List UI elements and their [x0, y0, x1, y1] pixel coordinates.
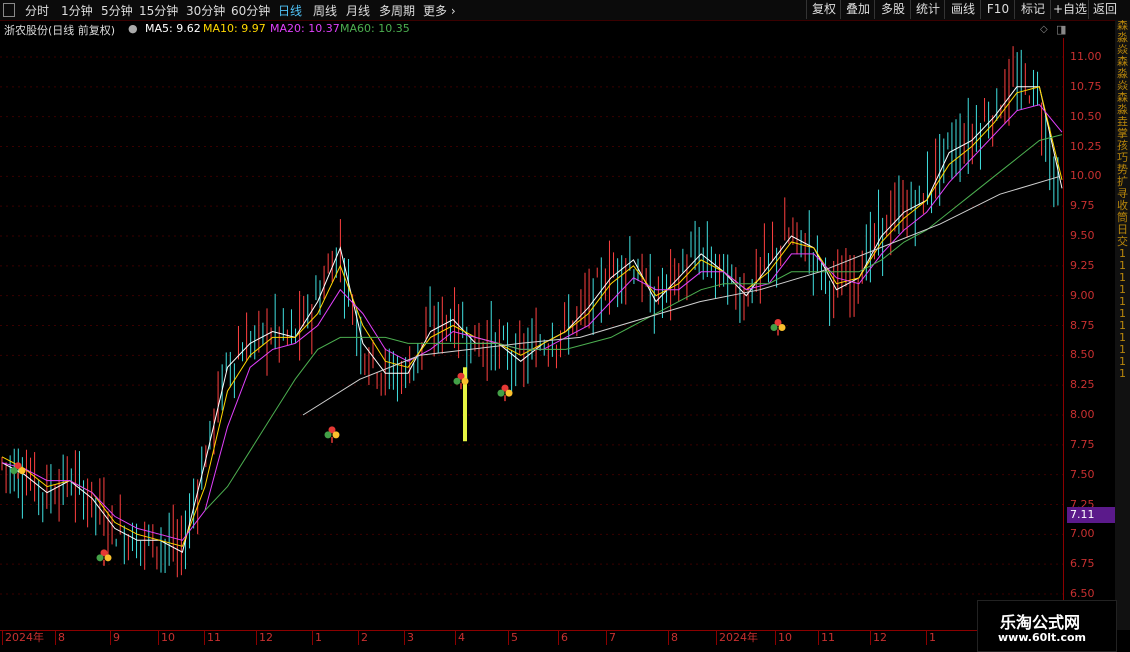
period-9[interactable]: 多周期	[379, 2, 415, 19]
y-tick-label: 8.25	[1070, 378, 1095, 392]
period-toolbar: 分时 1分钟 5分钟 15分钟 30分钟 60分钟 日线 周线 月线 多周期 更多 › 复权 叠加 多股…	[0, 0, 1130, 21]
x-tick-label: 1	[312, 631, 322, 645]
x-tick-label: 2	[358, 631, 368, 645]
x-tick-label: 10	[158, 631, 175, 645]
panel-toggle-icon[interactable]: ◨	[1056, 23, 1066, 36]
y-tick-label: 10.50	[1070, 109, 1102, 123]
watermark-title: 乐淘公式网	[1000, 613, 1081, 632]
x-tick-label: 3	[404, 631, 414, 645]
tool-button-2[interactable]: 多股	[874, 0, 911, 19]
x-tick-label: 2024年	[2, 631, 44, 645]
period-10[interactable]: 更多 ›	[423, 2, 456, 19]
series-line-ma60	[204, 134, 1063, 511]
y-tick-label: 8.75	[1070, 318, 1095, 332]
x-tick-label: 12	[256, 631, 273, 645]
y-tick-label: 10.25	[1070, 139, 1102, 153]
tool-button-0[interactable]: 复权	[806, 0, 841, 19]
x-tick-label: 9	[110, 631, 120, 645]
y-tick-label: 9.50	[1070, 229, 1095, 242]
candlestick-chart[interactable]	[0, 38, 1063, 630]
x-tick-label: 1	[926, 631, 936, 645]
stock-title: 浙农股份(日线 前复权)	[4, 24, 116, 37]
y-tick-label: 9.00	[1070, 288, 1095, 302]
y-tick-label: 10.00	[1070, 169, 1102, 183]
y-tick-label: 11.00	[1070, 50, 1102, 63]
y-tick-label: 9.25	[1070, 258, 1095, 272]
ma10-value: MA10: 9.97	[203, 22, 266, 35]
period-3[interactable]: 15分钟	[139, 2, 178, 19]
x-tick-label: 4	[455, 631, 465, 645]
series-line-ma10	[1, 86, 1063, 547]
tool-button-8[interactable]: 返回	[1088, 0, 1121, 19]
right-info-strip: 森淼焱森淼焱森淼垚掌孩巧势扩寻收筒日交11111111111	[1115, 20, 1130, 630]
date-axis: 2024年 8 9 10 11 12 1 2 3 4 5 6 7 8 2024年 10 11 12 1	[0, 630, 1063, 651]
tool-button-4[interactable]: 画线	[944, 0, 981, 19]
y-tick-label: 6.75	[1070, 557, 1095, 571]
tool-button-6[interactable]: 标记	[1014, 0, 1051, 19]
watermark: 乐淘公式网 www.60lt.com	[977, 600, 1117, 652]
y-tick-label: 7.75	[1070, 437, 1095, 451]
period-5[interactable]: 60分钟	[231, 2, 270, 19]
settings-icon[interactable]: ●	[128, 22, 138, 35]
series-line-long	[302, 175, 1061, 416]
x-tick-label: 8	[668, 631, 678, 645]
signal-marker-icon	[96, 549, 112, 566]
tool-button-3[interactable]: 统计	[910, 0, 945, 19]
window-control-icon[interactable]	[3, 3, 15, 17]
period-7[interactable]: 周线	[313, 2, 337, 19]
y-tick-label: 8.00	[1070, 408, 1095, 421]
period-8[interactable]: 月线	[346, 2, 370, 19]
period-1[interactable]: 1分钟	[61, 2, 93, 19]
price-axis: 11.00 10.75 10.50 10.25 10.00 9.75 9.50 9.25 9.0…	[1063, 38, 1116, 630]
x-tick-label: 6	[558, 631, 568, 645]
strip-char: 1	[1119, 367, 1126, 380]
tool-button-1[interactable]: 叠加	[840, 0, 875, 19]
x-tick-label: 12	[870, 631, 887, 645]
x-tick-label: 11	[818, 631, 835, 645]
signal-marker-icon	[497, 384, 513, 402]
period-2[interactable]: 5分钟	[101, 2, 133, 19]
diamond-icon[interactable]: ◇	[1040, 24, 1048, 35]
y-tick-label: 10.75	[1070, 79, 1102, 93]
tool-button-7[interactable]: +自选	[1050, 0, 1089, 19]
period-4[interactable]: 30分钟	[186, 2, 225, 19]
signal-marker-icon	[770, 319, 786, 336]
x-tick-label: 11	[204, 631, 221, 645]
x-tick-label: 8	[55, 631, 65, 645]
period-0[interactable]: 分时	[25, 2, 49, 19]
watermark-url: www.60lt.com	[998, 631, 1087, 644]
y-tick-label: 7.00	[1070, 527, 1095, 541]
y-tick-label: 8.50	[1070, 348, 1095, 362]
signal-marker-icon	[324, 426, 340, 443]
ma60-value: MA60: 10.35	[340, 22, 410, 35]
period-6[interactable]: 日线	[278, 2, 302, 19]
x-tick-label: 5	[508, 631, 518, 645]
y-tick-label: 9.75	[1070, 199, 1095, 213]
y-tick-label: 7.50	[1070, 467, 1095, 481]
x-tick-label: 2024年	[716, 631, 758, 645]
ma5-value: MA5: 9.62	[145, 22, 201, 35]
ma20-value: MA20: 10.37	[270, 22, 340, 35]
y-tick-label: 6.50	[1070, 587, 1095, 600]
x-tick-label: 7	[606, 631, 616, 645]
tool-button-5[interactable]: F10	[980, 0, 1015, 19]
x-tick-label: 10	[775, 631, 792, 645]
